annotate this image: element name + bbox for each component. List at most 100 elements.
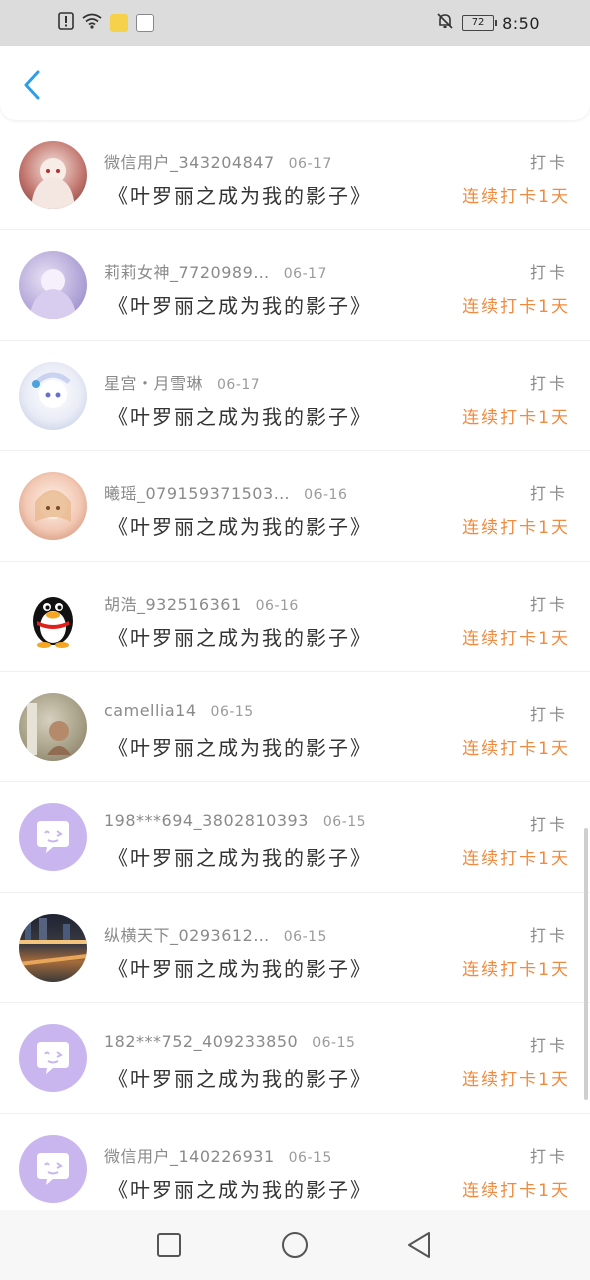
checkin-label: 打卡 [529,373,568,393]
status-icons-right: 72 8:50 [436,12,540,34]
checkin-label: 打卡 [529,815,568,835]
system-nav-bar [0,1210,590,1280]
username: 星宫・月雪琳 [104,373,204,393]
username: 纵横天下_0293612… [104,925,270,945]
book-title: 《叶罗丽之成为我的影子》 [108,625,372,650]
list-item[interactable]: 胡浩_932516361 06-16 《叶罗丽之成为我的影子》 打卡 连续打卡1天 [0,562,590,672]
book-title: 《叶罗丽之成为我的影子》 [108,515,372,540]
checkin-label: 打卡 [529,925,568,945]
back-chevron-icon [24,70,40,100]
default-avatar-chat-icon [37,1042,69,1075]
default-avatar-chat-icon [37,821,69,854]
username: 微信用户_343204847 [104,153,275,172]
streak-label: 连续打卡1天 [462,738,570,759]
streak-label: 连续打卡1天 [462,407,570,428]
streak-label: 连续打卡1天 [462,1070,570,1091]
streak-label: 连续打卡1天 [462,849,570,870]
user-line: 纵横天下_0293612… 06-15 [104,922,327,946]
user-line: camellia14 06-15 [104,701,254,720]
date: 06-15 [288,1149,332,1166]
avatar[interactable] [19,692,87,761]
default-avatar-chat-icon [37,1152,69,1185]
system-back-button[interactable] [404,1230,434,1260]
checkin-label: 打卡 [529,594,568,614]
list-item[interactable]: 莉莉女神_7720989… 06-17 《叶罗丽之成为我的影子》 打卡 连续打卡1… [0,230,590,341]
checkin-label: 打卡 [529,484,568,504]
recent-apps-square-icon [157,1233,181,1257]
streak-label: 连续打卡1天 [462,187,570,207]
list-item[interactable]: 182***752_409233850 06-15 《叶罗丽之成为我的影子》 打卡… [0,1003,590,1114]
list-item[interactable]: camellia14 06-15 《叶罗丽之成为我的影子》 打卡 连续打卡1天 [0,672,590,783]
avatar[interactable] [19,582,87,651]
date: 06-17 [288,156,332,172]
username: 曦瑶_079159371503… [104,484,291,504]
user-line: 微信用户_140226931 06-15 [104,1143,332,1167]
app-notification-icon [136,14,154,32]
status-bar: 72 8:50 [0,0,590,46]
book-title: 《叶罗丽之成为我的影子》 [108,1177,372,1202]
wifi-icon [82,13,102,33]
header [0,46,590,120]
list-item[interactable]: 星宫・月雪琳 06-17 《叶罗丽之成为我的影子》 打卡 连续打卡1天 [0,341,590,452]
avatar[interactable] [19,1134,87,1203]
date: 06-15 [210,703,254,720]
list-item[interactable]: 微信用户_140226931 06-15 《叶罗丽之成为我的影子》 打卡 连续打卡… [0,1114,590,1224]
avatar[interactable] [19,141,87,209]
checkin-label: 打卡 [529,1036,568,1056]
streak-label: 连续打卡1天 [462,518,570,539]
checkin-label: 打卡 [529,704,568,724]
streak-label: 连续打卡1天 [462,959,570,980]
book-title: 《叶罗丽之成为我的影子》 [108,956,372,981]
date: 06-17 [283,266,327,283]
date: 06-15 [322,814,367,831]
back-triangle-icon [408,1232,430,1258]
user-line: 182***752_409233850 06-15 [104,1032,355,1051]
avatar[interactable] [19,803,87,872]
book-title: 《叶罗丽之成为我的影子》 [108,294,372,319]
avatar[interactable] [19,1024,87,1093]
book-title: 《叶罗丽之成为我的影子》 [108,184,372,208]
recent-apps-button[interactable] [154,1230,184,1260]
app-notification-icon [110,14,128,32]
avatar[interactable] [19,361,87,430]
date: 06-15 [312,1035,356,1052]
list-item[interactable]: 微信用户_343204847 06-17 《叶罗丽之成为我的影子》 打卡 连续打卡… [0,120,590,231]
user-line: 莉莉女神_7720989… 06-17 [104,259,327,283]
avatar[interactable] [19,251,87,320]
username: 莉莉女神_7720989… [104,263,270,283]
streak-label: 连续打卡1天 [462,297,570,318]
avatar[interactable] [19,472,87,541]
penguin-icon [33,596,73,648]
checkin-label: 打卡 [529,153,568,172]
username: 胡浩_932516361 [104,594,242,614]
book-title: 《叶罗丽之成为我的影子》 [108,1067,372,1092]
checkin-label: 打卡 [529,263,568,283]
back-button[interactable] [18,68,48,102]
streak-label: 连续打卡1天 [462,628,570,649]
book-title: 《叶罗丽之成为我的影子》 [108,404,372,429]
battery-icon: 72 [462,15,498,31]
streak-label: 连续打卡1天 [462,1180,570,1201]
username: 182***752_409233850 [104,1032,299,1052]
checkin-list: 微信用户_343204847 06-17 《叶罗丽之成为我的影子》 打卡 连续打卡… [0,120,590,1224]
list-item[interactable]: 曦瑶_079159371503… 06-16 《叶罗丽之成为我的影子》 打卡 连续… [0,451,590,562]
date: 06-16 [304,487,348,504]
list-item[interactable]: 纵横天下_0293612… 06-15 《叶罗丽之成为我的影子》 打卡 连续打卡1… [0,893,590,1004]
status-icons-left [58,12,154,34]
scrollbar[interactable] [584,828,588,1100]
username: 198***694_3802810393 [104,811,309,831]
book-title: 《叶罗丽之成为我的影子》 [108,735,372,760]
checkin-label: 打卡 [529,1146,568,1166]
user-line: 星宫・月雪琳 06-17 [104,370,260,394]
home-button[interactable] [280,1230,310,1260]
date: 06-17 [217,376,261,393]
avatar[interactable] [19,913,87,982]
book-title: 《叶罗丽之成为我的影子》 [108,846,372,871]
clock: 8:50 [502,13,540,33]
username: 微信用户_140226931 [104,1146,275,1166]
date: 06-16 [255,597,299,614]
user-line: 198***694_3802810393 06-15 [104,811,366,830]
username: camellia14 [104,700,197,720]
list-item[interactable]: 198***694_3802810393 06-15 《叶罗丽之成为我的影子》 打… [0,782,590,893]
user-line: 曦瑶_079159371503… 06-16 [104,480,347,504]
